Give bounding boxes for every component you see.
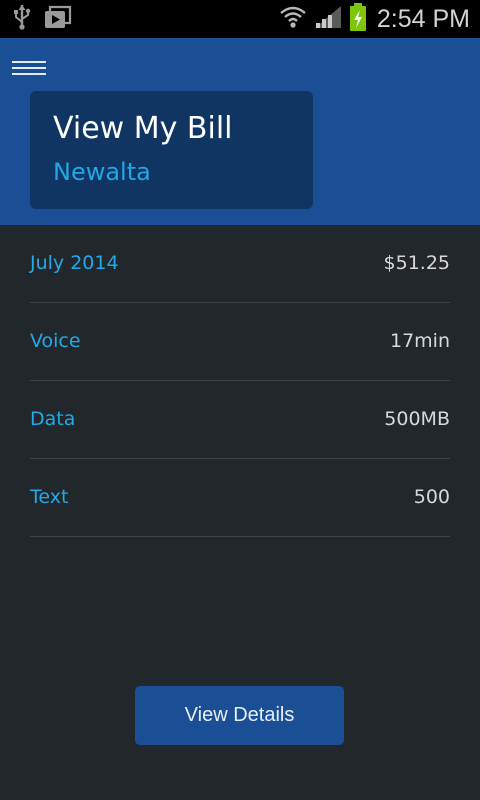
bill-card: View My Bill Newalta [30, 91, 313, 209]
battery-charging-icon [349, 2, 367, 36]
bill-summary-list: July 2014 $51.25 Voice 17min Data 500MB … [30, 225, 450, 537]
status-bar-right: 2:54 PM [279, 2, 470, 36]
media-icon [44, 4, 72, 34]
list-item: Text 500 [30, 459, 450, 537]
status-time: 2:54 PM [376, 4, 470, 33]
row-value: 500MB [384, 408, 450, 430]
row-label: Voice [30, 330, 81, 352]
bill-title: View My Bill [53, 111, 233, 146]
row-label: Data [30, 408, 76, 430]
row-value: 17min [389, 330, 450, 352]
row-value: $51.25 [383, 252, 450, 274]
app-header: View My Bill Newalta [0, 38, 480, 225]
wifi-icon [279, 4, 307, 34]
status-bar-left [12, 4, 72, 34]
view-details-button[interactable]: View Details [135, 686, 344, 745]
hamburger-menu-icon[interactable] [12, 59, 48, 79]
usb-icon [12, 4, 32, 34]
list-item: Data 500MB [30, 381, 450, 459]
row-value: 500 [413, 486, 450, 508]
list-item: July 2014 $51.25 [30, 225, 450, 303]
bill-company: Newalta [53, 158, 151, 186]
status-bar: 2:54 PM [0, 0, 480, 38]
row-label: Text [30, 486, 69, 508]
list-item: Voice 17min [30, 303, 450, 381]
signal-icon [313, 4, 343, 34]
row-label: July 2014 [30, 252, 119, 274]
